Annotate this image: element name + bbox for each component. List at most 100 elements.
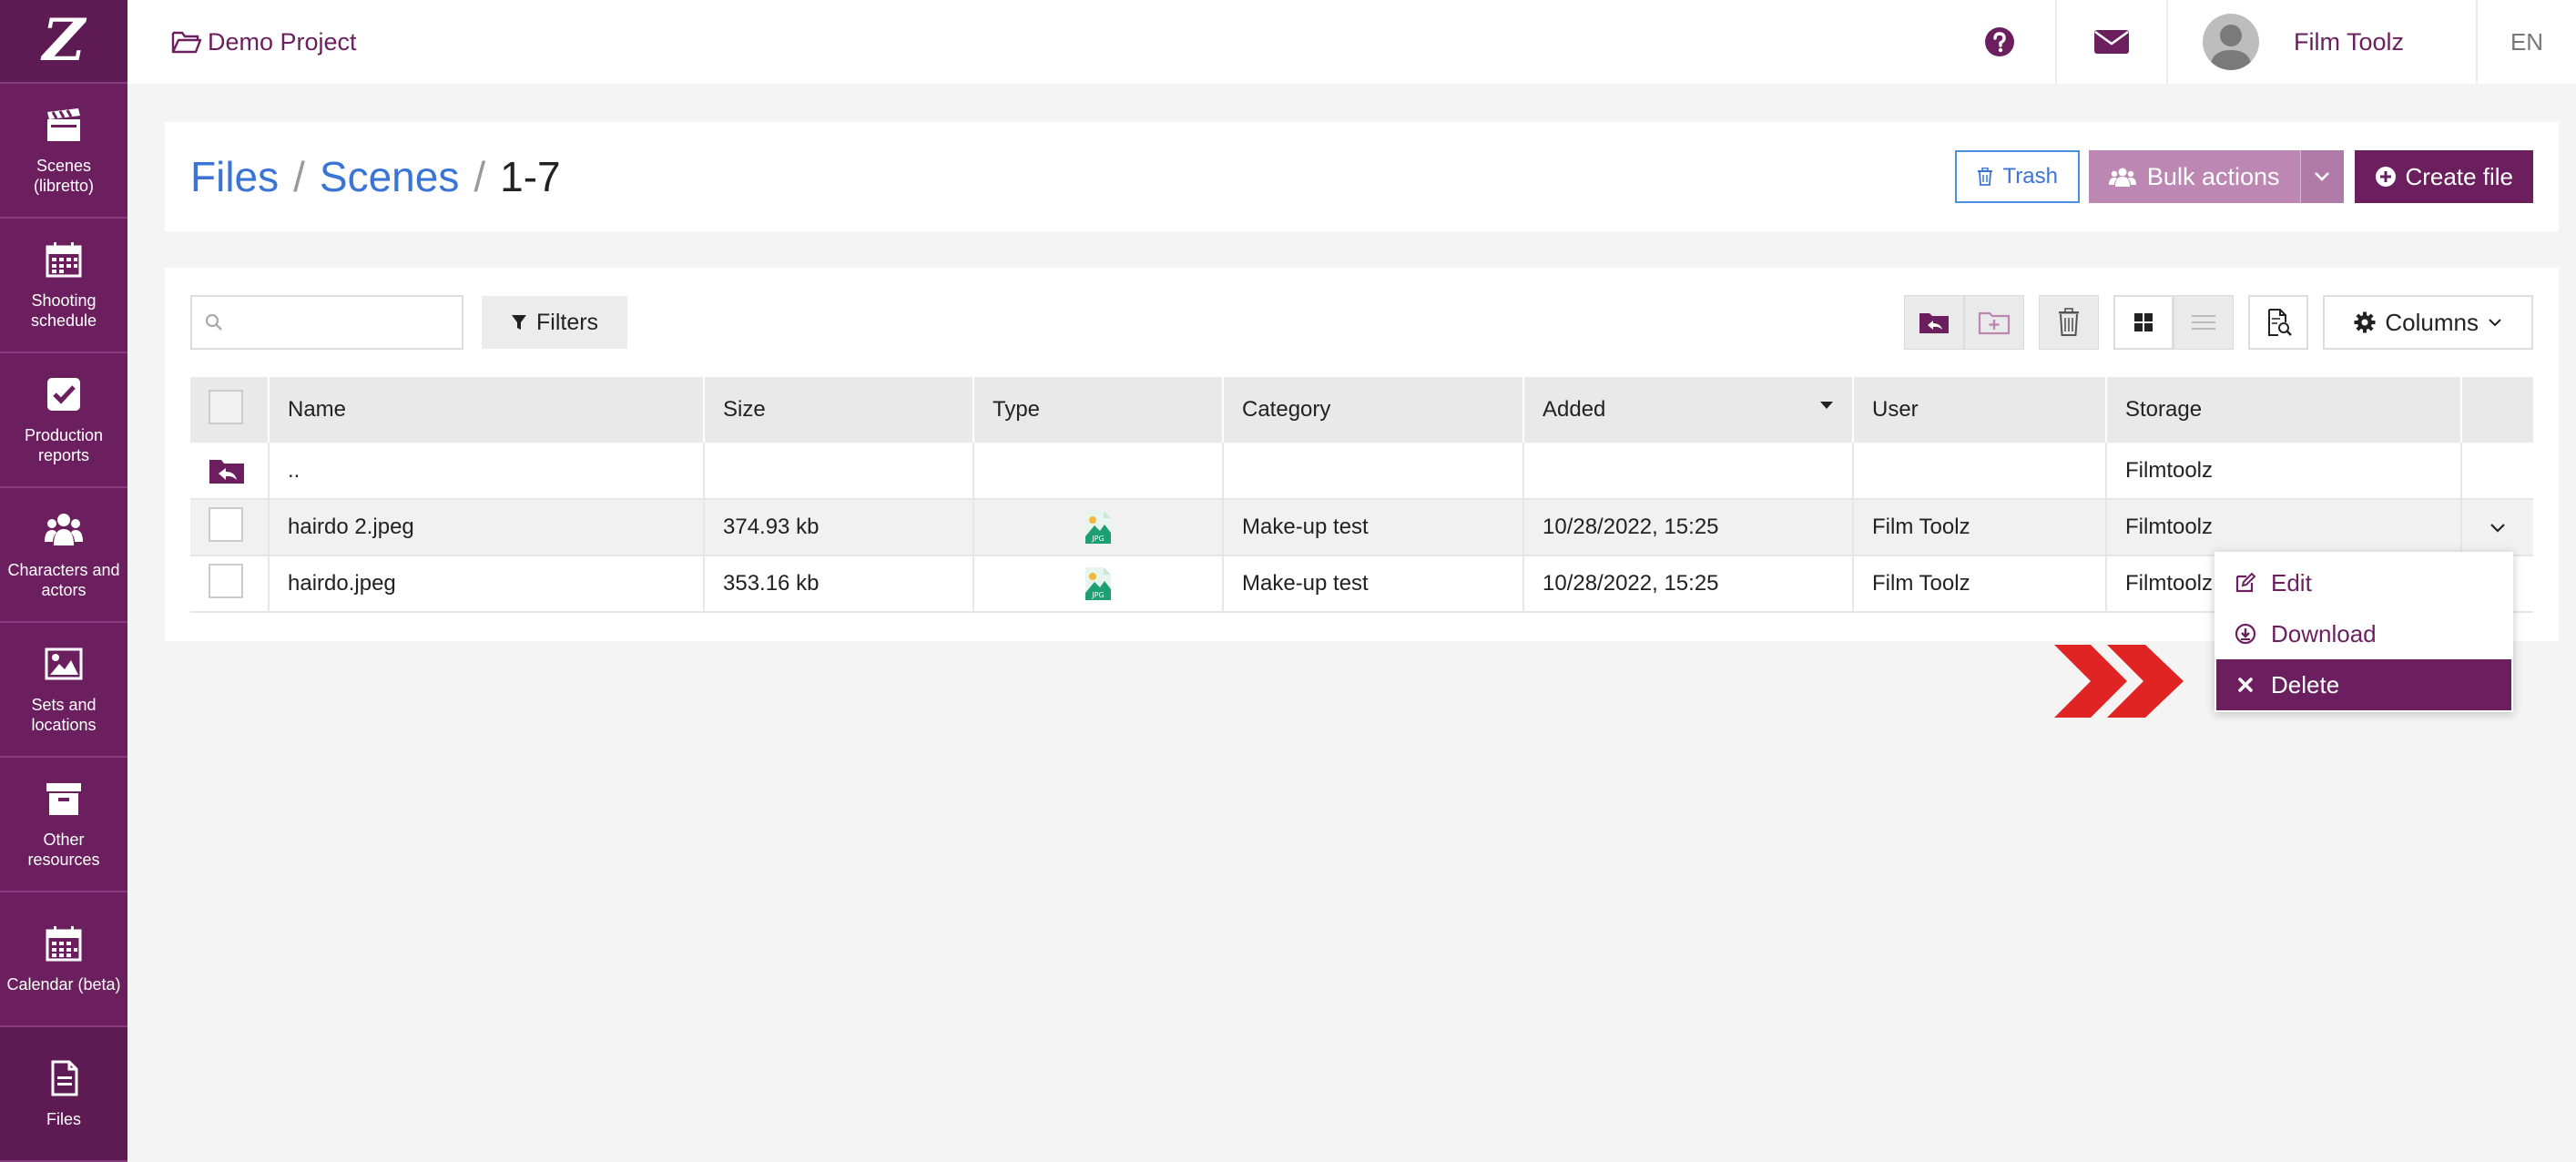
download-circle-icon (2235, 623, 2256, 645)
cell-added: 10/28/2022, 15:25 (1523, 556, 1854, 613)
sidebar-item-label: Sets and locations (31, 696, 97, 734)
trash-icon (1978, 168, 1993, 186)
table-row[interactable]: hairdo 2.jpeg 374.93 kb JPG Make-up test… (190, 499, 2533, 556)
project-selector[interactable]: Demo Project (171, 28, 357, 56)
select-cell (190, 556, 270, 613)
avatar (2203, 14, 2259, 70)
column-header-category[interactable]: Category (1223, 377, 1524, 443)
plus-circle-icon (2375, 167, 2396, 187)
messages-button[interactable] (2055, 0, 2166, 84)
user-name: Film Toolz (2294, 27, 2405, 56)
sidebar-item-label: Characters and actors (7, 561, 120, 599)
menu-item-delete[interactable]: Delete (2216, 659, 2511, 710)
files-table: Name Size Type Category Added User Stora… (190, 377, 2533, 613)
question-circle-icon (1985, 27, 2014, 56)
top-bar: Demo Project Film Toolz EN (127, 0, 2576, 84)
menu-item-download[interactable]: Download (2216, 608, 2511, 659)
envelope-icon (2094, 30, 2129, 54)
grid-view-button[interactable] (2113, 295, 2174, 350)
document-search-icon (2268, 309, 2293, 336)
create-file-button[interactable]: Create file (2354, 150, 2533, 203)
logo-letter: Z (42, 6, 86, 75)
sidebar-item-shooting-schedule[interactable]: Shooting schedule (0, 219, 127, 353)
folder-open-icon (171, 31, 202, 54)
app-logo[interactable]: Z (0, 0, 127, 84)
sidebar-item-label: Production reports (24, 426, 104, 464)
breadcrumb: Files / Scenes / 1-7 (190, 152, 561, 201)
cell-name[interactable]: hairdo 2.jpeg (269, 499, 705, 556)
sidebar-item-files[interactable]: Files (0, 1027, 127, 1162)
gear-icon (2354, 311, 2376, 333)
table-row[interactable]: hairdo.jpeg 353.16 kb JPG Make-up test 1… (190, 556, 2533, 613)
select-cell (190, 499, 270, 556)
grid-view-icon (2134, 313, 2153, 331)
search-input[interactable] (232, 310, 451, 335)
columns-button[interactable]: Columns (2323, 295, 2533, 350)
language-label: EN (2510, 27, 2544, 56)
cell-name[interactable]: .. (269, 443, 705, 500)
column-header-size[interactable]: Size (704, 377, 974, 443)
menu-item-edit[interactable]: Edit (2216, 557, 2511, 608)
create-file-label: Create file (2405, 162, 2514, 190)
sidebar-item-production-reports[interactable]: Production reports (0, 353, 127, 488)
table-row-parent[interactable]: .. Filmtoolz (190, 443, 2533, 500)
column-header-user[interactable]: User (1853, 377, 2107, 443)
select-all-checkbox[interactable] (209, 389, 243, 424)
list-view-button[interactable] (2174, 295, 2235, 350)
column-header-added[interactable]: Added (1523, 377, 1854, 443)
search-box[interactable] (190, 295, 463, 350)
row-checkbox[interactable] (209, 506, 243, 542)
help-button[interactable] (1944, 0, 2055, 84)
column-header-storage[interactable]: Storage (2106, 377, 2462, 443)
row-checkbox[interactable] (209, 563, 243, 598)
sort-desc-icon (1820, 402, 1833, 409)
delete-selected-button[interactable] (2039, 295, 2100, 350)
filter-icon (512, 315, 526, 330)
folder-up-button[interactable] (1904, 295, 1965, 350)
breadcrumb-files[interactable]: Files (190, 152, 279, 201)
cell-size: 353.16 kb (704, 556, 974, 613)
cell-category: Make-up test (1223, 556, 1524, 613)
red-arrows-annotation (2054, 645, 2184, 718)
calendar-icon (46, 242, 82, 278)
cell-category (1223, 443, 1524, 500)
folder-up-icon[interactable] (209, 457, 245, 484)
bulk-actions-dropdown-toggle[interactable] (2299, 150, 2344, 203)
cell-size (704, 443, 974, 500)
column-header-name[interactable]: Name (269, 377, 705, 443)
new-folder-button[interactable] (1964, 295, 2025, 350)
cell-type: JPG (973, 499, 1224, 556)
folder-plus-icon (1979, 311, 2011, 335)
cell-actions (2461, 499, 2533, 556)
table-header-row: Name Size Type Category Added User Stora… (190, 377, 2533, 443)
sidebar-item-sets[interactable]: Sets and locations (0, 623, 127, 758)
trash-icon (2059, 308, 2080, 336)
sidebar-item-scenes[interactable]: Scenes (libretto) (0, 84, 127, 219)
column-header-type[interactable]: Type (973, 377, 1224, 443)
select-all-cell (190, 377, 270, 443)
sidebar-item-label: Scenes (libretto) (33, 157, 94, 195)
breadcrumb-scenes[interactable]: Scenes (320, 152, 459, 201)
sidebar-item-other-resources[interactable]: Other resources (0, 758, 127, 892)
sidebar-item-characters[interactable]: Characters and actors (0, 488, 127, 623)
bulk-actions-label: Bulk actions (2146, 162, 2280, 190)
cell-actions (2461, 443, 2533, 500)
cell-name[interactable]: hairdo.jpeg (269, 556, 705, 613)
sidebar-item-calendar[interactable]: Calendar (beta) (0, 892, 127, 1027)
preview-button[interactable] (2248, 295, 2309, 350)
user-menu[interactable]: Film Toolz (2166, 0, 2476, 84)
menu-item-label: Delete (2271, 670, 2340, 698)
cell-storage: Filmtoolz (2106, 443, 2462, 500)
bulk-actions-button[interactable]: Bulk actions (2088, 150, 2344, 203)
filters-button[interactable]: Filters (482, 296, 628, 349)
row-actions-chevron-icon[interactable] (2489, 523, 2506, 534)
close-icon (2238, 678, 2253, 692)
bulk-actions-main[interactable]: Bulk actions (2088, 150, 2300, 203)
file-icon (51, 1060, 78, 1096)
sidebar-item-label: Shooting schedule (30, 291, 97, 330)
trash-button[interactable]: Trash (1955, 150, 2080, 203)
columns-label: Columns (2385, 308, 2479, 336)
language-selector[interactable]: EN (2476, 0, 2576, 84)
files-panel: Filters Columns Name Size Type Category … (165, 268, 2559, 641)
users-icon (45, 514, 83, 545)
